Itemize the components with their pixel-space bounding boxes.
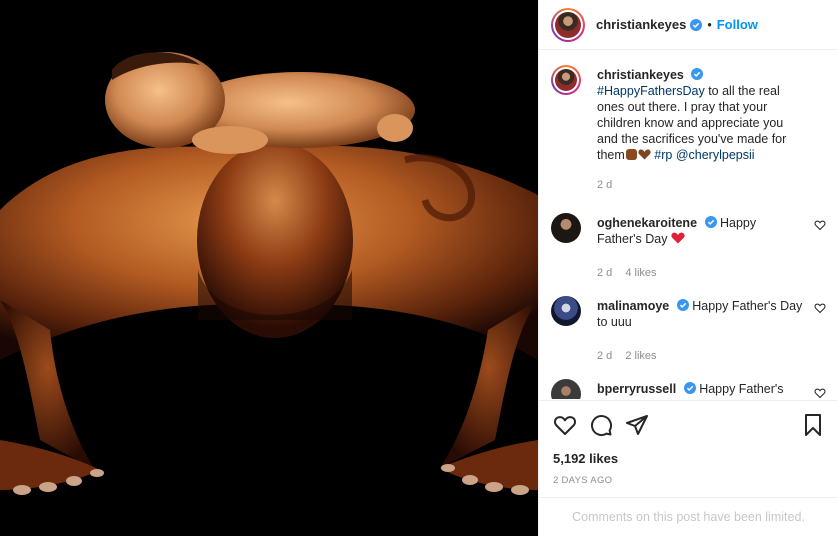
avatar[interactable] <box>551 7 585 42</box>
comment-meta: 2 d 2 likes <box>597 350 667 362</box>
comment-text: malinamoye Happy Father's Day to uuu <box>597 298 803 330</box>
hashtag-link[interactable]: #rp <box>654 148 672 162</box>
red-heart-emoji-icon <box>671 232 685 244</box>
share-icon[interactable] <box>625 413 649 437</box>
instagram-post: christiankeyes • Follow christiankeyes #… <box>0 0 837 536</box>
comment-text: oghenekaroitene Happy Father's Day <box>597 215 803 247</box>
likes-count[interactable]: 5,192 likes <box>553 451 618 466</box>
follow-button[interactable]: Follow <box>717 17 758 32</box>
hashtag-link[interactable]: #HappyFathersDay <box>597 84 705 98</box>
separator-dot: • <box>707 17 712 32</box>
comment-username[interactable]: malinamoye <box>597 299 669 313</box>
post-actions: 5,192 likes 2 DAYS AGO Comments on this … <box>539 400 837 536</box>
header-username[interactable]: christiankeyes <box>596 17 686 32</box>
caption-text: christiankeyes #HappyFathersDay to all t… <box>597 67 803 163</box>
comment-username[interactable]: bperryrussell <box>597 382 676 396</box>
comment-time[interactable]: 2 d <box>597 350 612 362</box>
verified-badge-icon <box>690 18 703 31</box>
comments-limited-notice: Comments on this post have been limited. <box>539 497 837 536</box>
comment-likes[interactable]: 2 likes <box>625 350 656 362</box>
post-side-panel: christiankeyes • Follow christiankeyes #… <box>538 0 837 536</box>
post-time-ago[interactable]: 2 DAYS AGO <box>553 475 612 486</box>
comment-item: oghenekaroitene Happy Father's Day 2 d 4… <box>551 213 826 283</box>
comment-text: bperryrussell Happy Father's Day <box>597 381 803 399</box>
comment-item: bperryrussell Happy Father's Day <box>551 379 826 399</box>
caption-meta: 2 d <box>597 179 622 191</box>
like-comment-icon[interactable] <box>814 219 826 231</box>
caption: christiankeyes #HappyFathersDay to all t… <box>551 65 826 195</box>
brown-heart-icon <box>638 149 651 160</box>
heart-icon[interactable] <box>553 413 577 437</box>
caption-time[interactable]: 2 d <box>597 179 612 191</box>
comment-meta: 2 d 4 likes <box>597 267 667 279</box>
verified-badge-icon <box>704 216 717 228</box>
comment-time[interactable]: 2 d <box>597 267 612 279</box>
father-and-baby-image <box>0 0 538 536</box>
bookmark-icon[interactable] <box>801 413 825 437</box>
comments-list[interactable]: christiankeyes #HappyFathersDay to all t… <box>539 51 837 399</box>
comment-username[interactable]: oghenekaroitene <box>597 216 697 230</box>
verified-badge-icon <box>683 382 696 394</box>
caption-username[interactable]: christiankeyes <box>597 68 684 82</box>
mention-link[interactable]: @cherylpepsii <box>676 148 755 162</box>
avatar[interactable] <box>551 213 581 243</box>
verified-badge-icon <box>691 68 704 80</box>
like-comment-icon[interactable] <box>814 302 826 314</box>
comment-likes[interactable]: 4 likes <box>625 267 656 279</box>
verified-badge-icon <box>676 299 689 311</box>
avatar[interactable] <box>551 379 581 399</box>
comment-icon[interactable] <box>589 413 613 437</box>
like-comment-icon[interactable] <box>814 387 826 399</box>
post-header: christiankeyes • Follow <box>539 0 837 50</box>
post-photo[interactable] <box>0 0 538 536</box>
avatar[interactable] <box>551 296 581 326</box>
avatar[interactable] <box>551 65 581 95</box>
emoji-fist <box>625 149 637 160</box>
comment-item: malinamoye Happy Father's Day to uuu 2 d… <box>551 296 826 366</box>
